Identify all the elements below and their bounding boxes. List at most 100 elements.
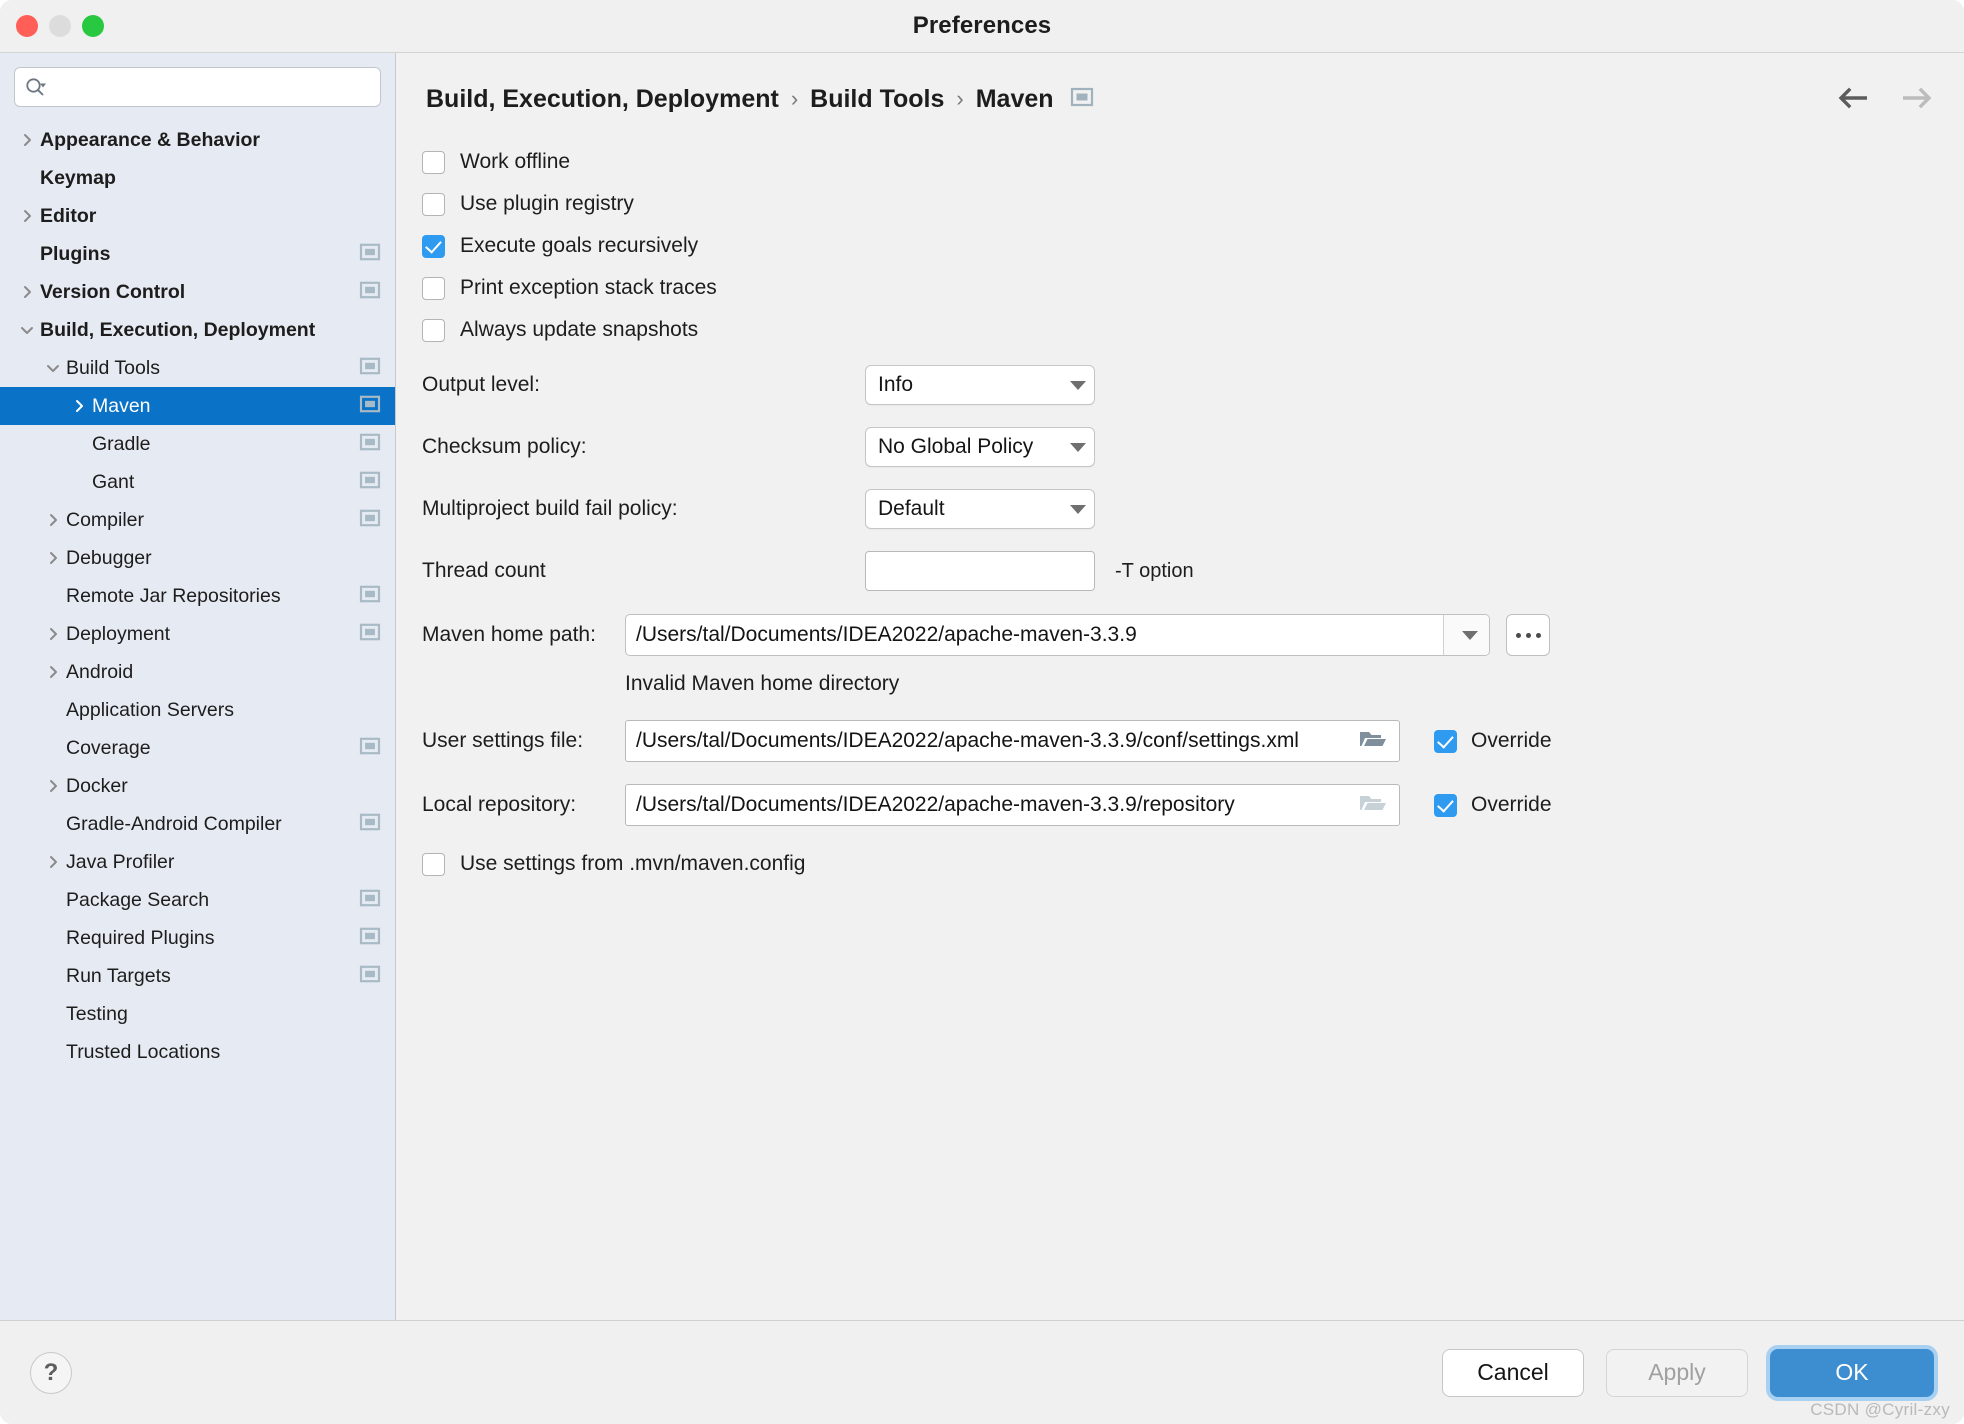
checksum-policy-value: No Global Policy <box>878 435 1034 458</box>
breadcrumb-part-1[interactable]: Build Tools <box>810 85 944 114</box>
ok-button[interactable]: OK <box>1770 1348 1934 1397</box>
output-level-value: Info <box>878 373 914 396</box>
sidebar-item-label: Gradle <box>92 432 151 455</box>
sidebar-item-version-control[interactable]: Version Control <box>0 273 395 311</box>
chevron-right-icon[interactable] <box>14 132 40 148</box>
chevron-right-icon[interactable] <box>14 284 40 300</box>
sidebar-item-gradle[interactable]: Gradle <box>0 425 395 463</box>
search-box[interactable] <box>14 67 381 107</box>
sidebar-item-debugger[interactable]: Debugger <box>0 539 395 577</box>
sidebar-item-run-targets[interactable]: Run Targets <box>0 957 395 995</box>
sidebar-item-required-plugins[interactable]: Required Plugins <box>0 919 395 957</box>
breadcrumb-part-0[interactable]: Build, Execution, Deployment <box>426 85 779 114</box>
chevron-down-icon <box>1070 504 1086 514</box>
folder-open-icon[interactable] <box>1359 792 1387 819</box>
multiproject-build-fail-policy-select[interactable]: Default <box>865 489 1095 529</box>
output-level-select[interactable]: Info <box>865 365 1095 405</box>
sidebar-item-label: Coverage <box>66 736 151 759</box>
checkbox-row-print-exception-stack-traces[interactable]: Print exception stack traces <box>422 267 1964 309</box>
maven-home-path-value[interactable]: /Users/tal/Documents/IDEA2022/apache-mav… <box>626 615 1443 655</box>
checkbox-row-work-offline[interactable]: Work offline <box>422 141 1964 183</box>
arrow-right-icon[interactable] <box>1898 87 1934 114</box>
user-settings-file-input[interactable]: /Users/tal/Documents/IDEA2022/apache-mav… <box>625 720 1400 762</box>
sidebar-item-label: Editor <box>40 204 97 227</box>
sidebar-item-compiler[interactable]: Compiler <box>0 501 395 539</box>
chevron-down-icon[interactable] <box>14 322 40 338</box>
project-settings-icon <box>359 243 381 266</box>
sidebar-item-gradle-android-compiler[interactable]: Gradle-Android Compiler <box>0 805 395 843</box>
sidebar-item-remote-jar-repositories[interactable]: Remote Jar Repositories <box>0 577 395 615</box>
work-offline-checkbox[interactable] <box>422 150 445 174</box>
minimize-window-button[interactable] <box>49 15 71 37</box>
use-mvn-maven-config-checkbox[interactable] <box>422 852 445 876</box>
chevron-right-icon[interactable] <box>40 778 66 794</box>
maven-home-browse-button[interactable] <box>1506 614 1550 656</box>
sidebar-item-appearance-behavior[interactable]: Appearance & Behavior <box>0 121 395 159</box>
chevron-right-icon[interactable] <box>40 626 66 642</box>
chevron-right-icon[interactable] <box>40 512 66 528</box>
thread-count-input[interactable] <box>865 551 1095 591</box>
project-settings-icon <box>359 281 381 304</box>
sidebar-item-keymap[interactable]: Keymap <box>0 159 395 197</box>
local-repository-override-checkbox[interactable] <box>1434 793 1457 817</box>
search-input[interactable] <box>53 76 370 98</box>
sidebar-item-deployment[interactable]: Deployment <box>0 615 395 653</box>
sidebar-item-editor[interactable]: Editor <box>0 197 395 235</box>
settings-tree: Appearance & Behavior Keymap Editor Plugins… <box>0 117 395 1320</box>
use-plugin-registry-checkbox[interactable] <box>422 192 445 216</box>
sidebar-item-label: Plugins <box>40 242 111 265</box>
sidebar-item-android[interactable]: Android <box>0 653 395 691</box>
sidebar-item-docker[interactable]: Docker <box>0 767 395 805</box>
always-update-snapshots-checkbox[interactable] <box>422 318 445 342</box>
checkbox-row-execute-goals-recursively[interactable]: Execute goals recursively <box>422 225 1964 267</box>
help-button[interactable]: ? <box>30 1351 72 1394</box>
checkbox-row-use-mvn-maven-config[interactable]: Use settings from .mvn/maven.config <box>422 843 1964 885</box>
local-repository-value[interactable]: /Users/tal/Documents/IDEA2022/apache-mav… <box>636 793 1351 817</box>
checkbox-row-always-update-snapshots[interactable]: Always update snapshots <box>422 309 1964 351</box>
ellipsis-dot <box>1525 632 1531 638</box>
multiproject-build-fail-policy-label: Multiproject build fail policy: <box>422 497 678 520</box>
maven-home-path-combo[interactable]: /Users/tal/Documents/IDEA2022/apache-mav… <box>625 614 1490 656</box>
use-plugin-registry-label: Use plugin registry <box>460 192 634 215</box>
maven-home-path-dropdown-button[interactable] <box>1443 615 1489 655</box>
sidebar-item-label: Keymap <box>40 166 116 189</box>
sidebar-item-package-search[interactable]: Package Search <box>0 881 395 919</box>
user-settings-override-checkbox[interactable] <box>1434 729 1457 753</box>
local-repository-input[interactable]: /Users/tal/Documents/IDEA2022/apache-mav… <box>625 784 1400 826</box>
close-window-button[interactable] <box>16 15 38 37</box>
sidebar-item-maven[interactable]: Maven <box>0 387 395 425</box>
maximize-window-button[interactable] <box>82 15 104 37</box>
cancel-button[interactable]: Cancel <box>1442 1348 1584 1397</box>
arrow-left-icon[interactable] <box>1836 87 1872 114</box>
field-row-checksum-policy: Checksum policy: No Global Policy <box>422 419 1964 475</box>
chevron-down-icon[interactable] <box>40 360 66 376</box>
sidebar-item-build-execution-deployment[interactable]: Build, Execution, Deployment <box>0 311 395 349</box>
sidebar-item-coverage[interactable]: Coverage <box>0 729 395 767</box>
folder-open-icon[interactable] <box>1359 728 1387 755</box>
settings-main-panel: Build, Execution, Deployment › Build Too… <box>396 53 1964 1320</box>
execute-goals-recursively-checkbox[interactable] <box>422 234 445 258</box>
print-exception-stack-traces-checkbox[interactable] <box>422 276 445 300</box>
sidebar-item-build-tools[interactable]: Build Tools <box>0 349 395 387</box>
user-settings-override-group[interactable]: Override <box>1434 729 1552 753</box>
sidebar-item-plugins[interactable]: Plugins <box>0 235 395 273</box>
local-repository-override-group[interactable]: Override <box>1434 793 1552 817</box>
sidebar-item-label: Testing <box>66 1002 128 1025</box>
breadcrumb-separator: › <box>956 86 964 111</box>
chevron-right-icon[interactable] <box>40 550 66 566</box>
sidebar-item-java-profiler[interactable]: Java Profiler <box>0 843 395 881</box>
chevron-right-icon[interactable] <box>40 854 66 870</box>
navigation-arrows <box>1836 87 1934 114</box>
chevron-right-icon[interactable] <box>14 208 40 224</box>
sidebar-item-trusted-locations[interactable]: Trusted Locations <box>0 1033 395 1071</box>
sidebar-item-testing[interactable]: Testing <box>0 995 395 1033</box>
user-settings-file-value[interactable]: /Users/tal/Documents/IDEA2022/apache-mav… <box>636 729 1351 753</box>
sidebar-item-label: Build Tools <box>66 356 160 379</box>
checksum-policy-select[interactable]: No Global Policy <box>865 427 1095 467</box>
chevron-right-icon[interactable] <box>66 398 92 414</box>
sidebar-item-label: Maven <box>92 394 151 417</box>
sidebar-item-gant[interactable]: Gant <box>0 463 395 501</box>
sidebar-item-application-servers[interactable]: Application Servers <box>0 691 395 729</box>
chevron-right-icon[interactable] <box>40 664 66 680</box>
checkbox-row-use-plugin-registry[interactable]: Use plugin registry <box>422 183 1964 225</box>
